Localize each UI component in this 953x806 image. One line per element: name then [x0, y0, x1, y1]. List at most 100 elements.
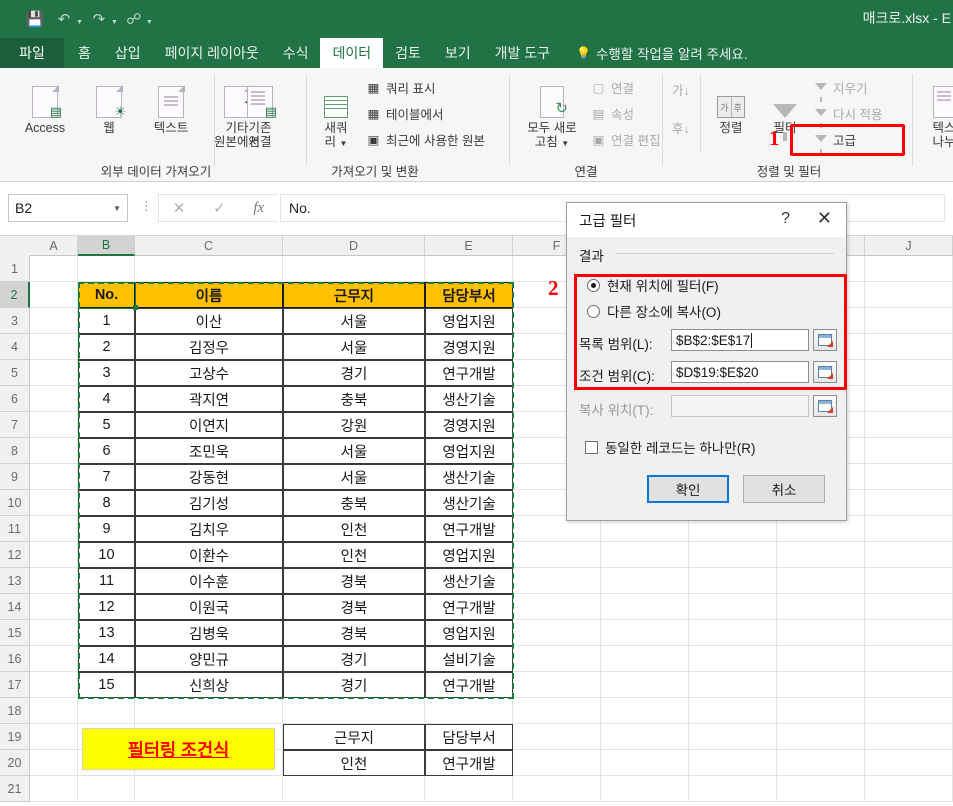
- cell-J2[interactable]: [865, 282, 953, 308]
- cell-E13[interactable]: 생산기술: [425, 568, 513, 594]
- cell-F13[interactable]: [513, 568, 601, 594]
- cell-E15[interactable]: 영업지원: [425, 620, 513, 646]
- row-header-13[interactable]: 13: [0, 568, 30, 594]
- show-queries-button[interactable]: ▦ 쿼리 표시: [365, 78, 435, 97]
- radio-copy-to-another[interactable]: 다른 장소에 복사(O): [587, 301, 721, 321]
- cell-C12[interactable]: 이환수: [135, 542, 283, 568]
- cell-I13[interactable]: [777, 568, 865, 594]
- cell-D18[interactable]: [283, 698, 425, 724]
- criteria-range-input[interactable]: $D$19:$E$20: [671, 361, 809, 383]
- cell-J19[interactable]: [865, 724, 953, 750]
- cell-A14[interactable]: [30, 594, 78, 620]
- row-header-4[interactable]: 4: [0, 334, 30, 360]
- cell-J8[interactable]: [865, 438, 953, 464]
- cell-I15[interactable]: [777, 620, 865, 646]
- properties-button[interactable]: ▤ 속성: [590, 104, 634, 123]
- cell-E11[interactable]: 연구개발: [425, 516, 513, 542]
- cell-H19[interactable]: [689, 724, 777, 750]
- cell-A11[interactable]: [30, 516, 78, 542]
- cancel-icon[interactable]: ✕: [173, 199, 186, 217]
- undo-icon[interactable]: ↶: [51, 7, 77, 31]
- cell-A5[interactable]: [30, 360, 78, 386]
- cell-C18[interactable]: [135, 698, 283, 724]
- cell-C2[interactable]: 이름: [135, 282, 283, 308]
- cell-A3[interactable]: [30, 308, 78, 334]
- confirm-icon[interactable]: ✓: [213, 199, 226, 217]
- cell-A15[interactable]: [30, 620, 78, 646]
- cell-C7[interactable]: 이연지: [135, 412, 283, 438]
- cell-I19[interactable]: [777, 724, 865, 750]
- sort-button[interactable]: 가후 정렬: [706, 74, 756, 135]
- row-header-18[interactable]: 18: [0, 698, 30, 724]
- column-header-d[interactable]: D: [283, 236, 425, 256]
- cell-D13[interactable]: 경북: [283, 568, 425, 594]
- tab-file[interactable]: 파일: [0, 38, 64, 68]
- row-header-6[interactable]: 6: [0, 386, 30, 412]
- cell-B14[interactable]: 12: [78, 594, 135, 620]
- cell-D5[interactable]: 경기: [283, 360, 425, 386]
- text-to-columns-button[interactable]: 텍스 나누: [918, 74, 953, 150]
- fx-icon[interactable]: fx: [253, 200, 264, 217]
- cell-J7[interactable]: [865, 412, 953, 438]
- cell-I20[interactable]: [777, 750, 865, 776]
- cell-E14[interactable]: 연구개발: [425, 594, 513, 620]
- cell-E16[interactable]: 설비기술: [425, 646, 513, 672]
- cell-A10[interactable]: [30, 490, 78, 516]
- cell-A8[interactable]: [30, 438, 78, 464]
- cell-I12[interactable]: [777, 542, 865, 568]
- cell-I17[interactable]: [777, 672, 865, 698]
- cell-F18[interactable]: [513, 698, 601, 724]
- cell-F19[interactable]: [513, 724, 601, 750]
- tab-insert[interactable]: 삽입: [103, 38, 153, 68]
- cell-E2[interactable]: 담당부서: [425, 282, 513, 308]
- cell-G18[interactable]: [601, 698, 689, 724]
- cell-J6[interactable]: [865, 386, 953, 412]
- tab-view[interactable]: 보기: [433, 38, 483, 68]
- cell-J4[interactable]: [865, 334, 953, 360]
- cell-D10[interactable]: 충북: [283, 490, 425, 516]
- cell-H20[interactable]: [689, 750, 777, 776]
- cell-D21[interactable]: [283, 776, 425, 802]
- cell-G13[interactable]: [601, 568, 689, 594]
- cell-D3[interactable]: 서울: [283, 308, 425, 334]
- tab-page-layout[interactable]: 페이지 레이아웃: [153, 38, 271, 68]
- cell-A13[interactable]: [30, 568, 78, 594]
- cell-B6[interactable]: 4: [78, 386, 135, 412]
- cell-H17[interactable]: [689, 672, 777, 698]
- cell-B3[interactable]: 1: [78, 308, 135, 334]
- redo-icon[interactable]: ↷: [86, 7, 112, 31]
- cell-B13[interactable]: 11: [78, 568, 135, 594]
- row-header-9[interactable]: 9: [0, 464, 30, 490]
- cell-G20[interactable]: [601, 750, 689, 776]
- cell-E4[interactable]: 경영지원: [425, 334, 513, 360]
- cell-J17[interactable]: [865, 672, 953, 698]
- reapply-filter-button[interactable]: 다시 적용: [812, 104, 882, 123]
- existing-connections-button[interactable]: ▤ 기존 연결: [229, 74, 291, 150]
- text-button[interactable]: 텍스트: [140, 74, 202, 135]
- tab-formulas[interactable]: 수식: [271, 38, 321, 68]
- cell-F17[interactable]: [513, 672, 601, 698]
- cell-G16[interactable]: [601, 646, 689, 672]
- qat-more-icon[interactable]: ▼: [146, 19, 153, 26]
- cell-B16[interactable]: 14: [78, 646, 135, 672]
- cell-B8[interactable]: 6: [78, 438, 135, 464]
- cell-F21[interactable]: [513, 776, 601, 802]
- tab-review[interactable]: 검토: [383, 38, 433, 68]
- cell-G12[interactable]: [601, 542, 689, 568]
- row-header-21[interactable]: 21: [0, 776, 30, 802]
- cell-J9[interactable]: [865, 464, 953, 490]
- save-icon[interactable]: 💾: [22, 7, 48, 31]
- cell-H12[interactable]: [689, 542, 777, 568]
- cell-C10[interactable]: 김기성: [135, 490, 283, 516]
- edit-links-button[interactable]: ▣ 연결 편집: [590, 130, 660, 149]
- cell-E18[interactable]: [425, 698, 513, 724]
- cell-D11[interactable]: 인천: [283, 516, 425, 542]
- cell-E10[interactable]: 생산기술: [425, 490, 513, 516]
- row-header-19[interactable]: 19: [0, 724, 30, 750]
- cell-H15[interactable]: [689, 620, 777, 646]
- cell-A17[interactable]: [30, 672, 78, 698]
- cell-D12[interactable]: 인천: [283, 542, 425, 568]
- column-header-e[interactable]: E: [425, 236, 513, 256]
- cell-D14[interactable]: 경북: [283, 594, 425, 620]
- cell-J5[interactable]: [865, 360, 953, 386]
